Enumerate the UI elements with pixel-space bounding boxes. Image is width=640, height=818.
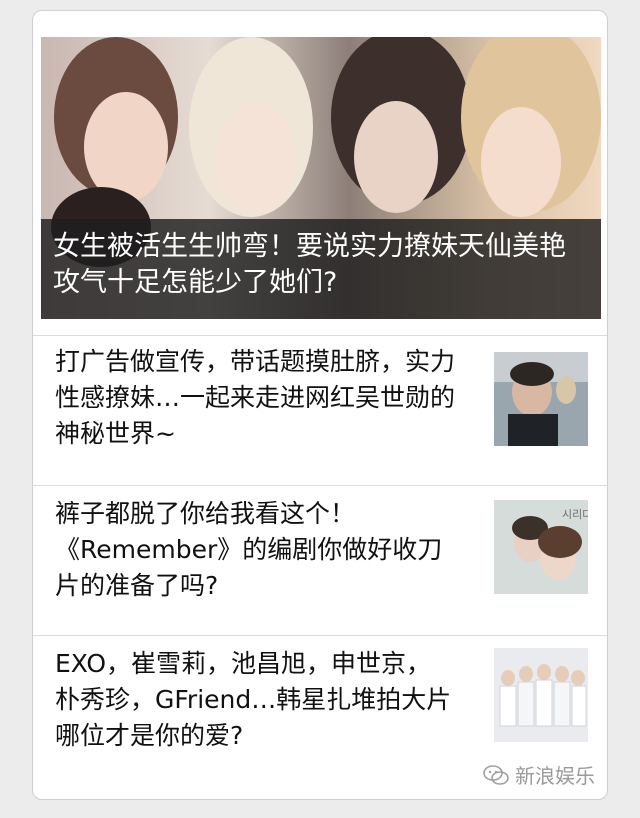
list-item[interactable]: EXO，崔雪莉，池昌旭，申世京，朴秀珍，GFriend…韩星扎堆拍大片哪位才是你…	[33, 635, 607, 799]
article-title: 打广告做宣传，带话题摸肚脐，实力性感撩妹…一起来走进网红吴世勋的神秘世界~	[55, 347, 456, 448]
watermark-text: 新浪娱乐	[515, 764, 595, 788]
article-thumbnail	[494, 352, 588, 446]
article-title: 裤子都脱了你给我看这个！《Remember》的编剧你做好收刀片的准备了吗?	[55, 499, 443, 600]
watermark: 新浪娱乐	[483, 760, 595, 789]
thumb-korean-text: 시리다	[562, 508, 588, 521]
hero-title: 女生被活生生帅弯！要说实力撩妹天仙美艳攻气十足怎能少了她们?	[41, 219, 601, 319]
hero-article[interactable]: 女生被活生生帅弯！要说实力撩妹天仙美艳攻气十足怎能少了她们?	[41, 37, 601, 319]
article-card: 女生被活生生帅弯！要说实力撩妹天仙美艳攻气十足怎能少了她们? 打广告做宣传，带话…	[32, 10, 608, 800]
article-thumbnail: 시리다	[494, 500, 588, 594]
wechat-logo-icon	[483, 764, 509, 785]
article-title: EXO，崔雪莉，池昌旭，申世京，朴秀珍，GFriend…韩星扎堆拍大片哪位才是你…	[55, 649, 452, 750]
article-thumbnail	[494, 648, 588, 742]
list-item[interactable]: 打广告做宣传，带话题摸肚脐，实力性感撩妹…一起来走进网红吴世勋的神秘世界~	[33, 335, 607, 485]
list-item[interactable]: 裤子都脱了你给我看这个！《Remember》的编剧你做好收刀片的准备了吗? 시리…	[33, 485, 607, 635]
